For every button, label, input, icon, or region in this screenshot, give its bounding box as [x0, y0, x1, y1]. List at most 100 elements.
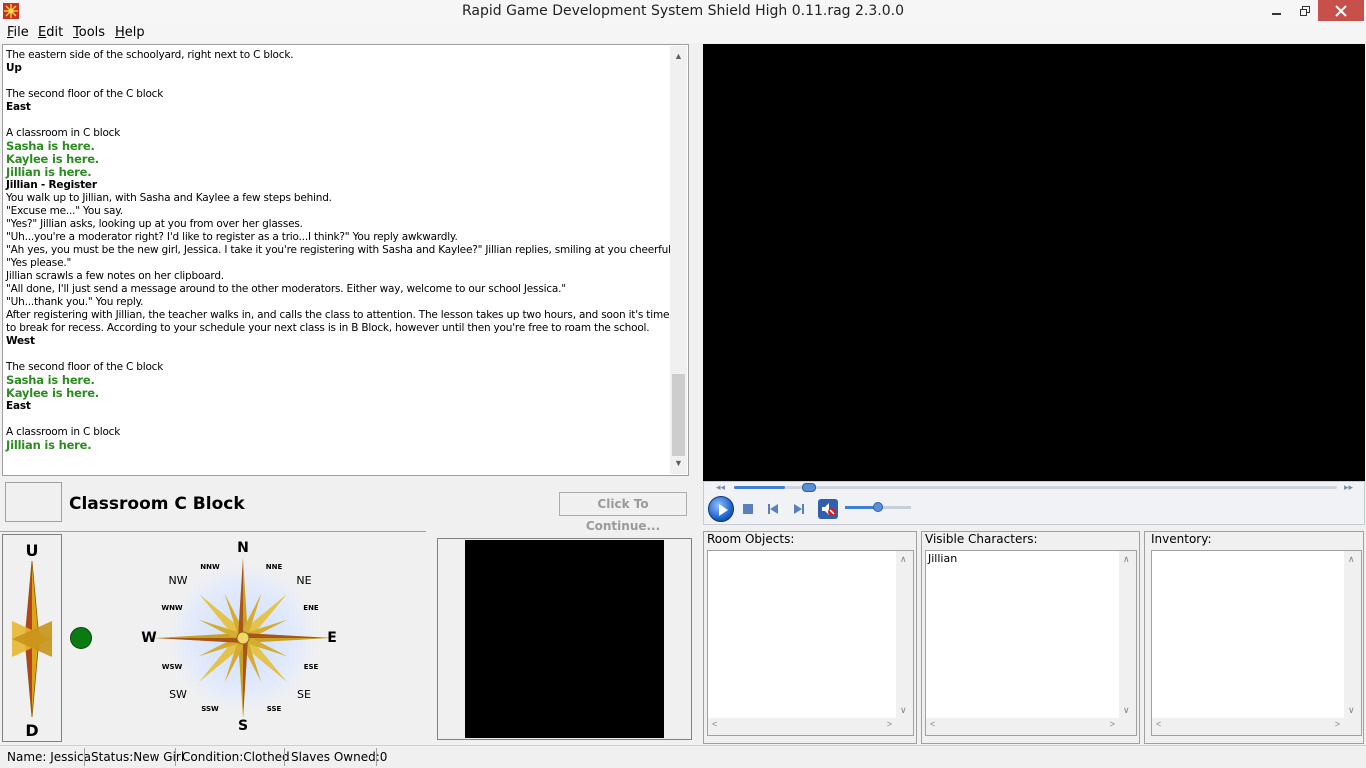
go-up-button[interactable]: U — [3, 541, 61, 560]
log-line: After registering with Jillian, the teac… — [6, 309, 670, 334]
go-southwest-button[interactable]: SW — [158, 688, 198, 701]
up-down-navigator: U D — [2, 534, 62, 742]
log-line: The second floor of the C block — [6, 88, 164, 100]
go-ene-button[interactable]: ENE — [291, 604, 331, 612]
log-line: You walk up to Jillian, with Sasha and K… — [6, 192, 332, 204]
visible-characters-list[interactable]: Jillian ∧ ∨ < > — [925, 550, 1137, 736]
volume-thumb[interactable] — [873, 502, 883, 512]
log-line: The second floor of the C block — [6, 361, 164, 373]
go-nnw-button[interactable]: NNW — [190, 563, 230, 571]
log-line: West — [6, 335, 35, 347]
player-condition: Condition:Clothed — [182, 750, 290, 764]
log-line: Jillian - Register — [6, 179, 97, 191]
log-line: Sasha is here. — [6, 373, 95, 387]
location-title: Classroom C Block — [69, 494, 245, 514]
status-indicator — [70, 627, 92, 649]
menu-bar: File Edit Tools Help — [0, 24, 1366, 43]
scroll-corner — [1344, 718, 1361, 735]
log-line: "Yes please." — [6, 257, 72, 269]
status-divider — [84, 748, 85, 766]
mute-icon[interactable] — [818, 499, 838, 519]
go-down-button[interactable]: D — [3, 721, 61, 740]
scene-image — [465, 540, 664, 738]
log-line: Jillian is here. — [6, 165, 92, 179]
log-line: Jillian is here. — [6, 438, 92, 452]
go-nne-button[interactable]: NNE — [254, 563, 294, 571]
seek-back-icon[interactable]: ◂◂ — [716, 482, 725, 493]
go-wnw-button[interactable]: WNW — [152, 604, 192, 612]
log-line: Sasha is here. — [6, 139, 95, 153]
room-objects-hscroll[interactable]: < > — [708, 718, 896, 735]
player-status: Status:New Girl — [91, 750, 185, 764]
scroll-up-icon[interactable]: ▲ — [670, 48, 687, 65]
go-east-button[interactable]: E — [312, 630, 352, 646]
go-ese-button[interactable]: ESE — [291, 663, 331, 671]
seek-thumb[interactable] — [802, 483, 817, 492]
volume-slider[interactable] — [845, 502, 911, 512]
seek-bar[interactable] — [734, 483, 1337, 492]
scroll-down-icon[interactable]: ▼ — [670, 455, 687, 472]
menu-help[interactable]: Help — [115, 25, 145, 40]
minimize-button[interactable] — [1263, 0, 1291, 21]
next-icon[interactable] — [792, 502, 806, 516]
list-item[interactable]: Jillian — [928, 552, 957, 565]
restore-icon — [1300, 5, 1310, 16]
go-wsw-button[interactable]: WSW — [152, 663, 192, 671]
log-line: A classroom in C block — [6, 426, 121, 438]
room-objects-list[interactable]: ∧ ∨ < > — [707, 550, 914, 736]
media-controls: ◂◂ ▸▸ — [703, 481, 1365, 525]
scroll-corner — [1119, 718, 1136, 735]
play-icon[interactable] — [708, 496, 734, 522]
go-west-button[interactable]: W — [129, 630, 169, 646]
close-button[interactable] — [1318, 0, 1364, 21]
up-down-arrow-icon[interactable] — [12, 561, 52, 717]
restore-button[interactable] — [1291, 0, 1319, 21]
menu-tools[interactable]: Tools — [73, 25, 105, 40]
log-line: Kaylee is here. — [6, 386, 99, 400]
story-log-content: The eastern side of the schoolyard, righ… — [6, 49, 681, 452]
go-southeast-button[interactable]: SE — [284, 688, 324, 701]
visible-characters-hscroll[interactable]: < > — [926, 718, 1119, 735]
seek-progress — [734, 486, 786, 489]
go-south-button[interactable]: S — [223, 718, 263, 734]
scroll-thumb[interactable] — [672, 374, 685, 456]
inventory-list[interactable]: ∧ ∨ < > — [1151, 550, 1362, 736]
inventory-vscroll[interactable]: ∧ ∨ — [1344, 551, 1361, 719]
window-title: Rapid Game Development System Shield Hig… — [462, 3, 904, 19]
visible-characters-vscroll[interactable]: ∧ ∨ — [1119, 551, 1136, 719]
menu-edit[interactable]: Edit — [38, 25, 63, 40]
title-bar: Rapid Game Development System Shield Hig… — [0, 0, 1366, 24]
log-line: Up — [6, 62, 22, 74]
menu-file[interactable]: File — [7, 25, 29, 40]
room-objects-vscroll[interactable]: ∧ ∨ — [896, 551, 913, 719]
continue-button[interactable]: Click To Continue... — [559, 492, 687, 533]
log-line: Kaylee is here. — [6, 152, 99, 166]
location-thumbnail — [5, 482, 62, 522]
go-ssw-button[interactable]: SSW — [190, 705, 230, 713]
go-sse-button[interactable]: SSE — [254, 705, 294, 713]
go-northwest-button[interactable]: NW — [158, 574, 198, 587]
room-objects-group: Room Objects: ∧ ∨ < > — [703, 531, 917, 744]
story-log-scrollbar[interactable]: ▲ ▼ — [670, 46, 687, 474]
inventory-hscroll[interactable]: < > — [1152, 718, 1344, 735]
close-icon — [1335, 4, 1347, 17]
status-divider — [376, 748, 377, 766]
go-northeast-button[interactable]: NE — [284, 574, 324, 587]
video-display[interactable] — [703, 44, 1365, 481]
log-line: East — [6, 101, 31, 113]
seek-forward-icon[interactable]: ▸▸ — [1344, 482, 1353, 493]
go-north-button[interactable]: N — [223, 540, 263, 556]
log-line: A classroom in C block — [6, 127, 121, 139]
visible-characters-group: Visible Characters: Jillian ∧ ∨ < > — [921, 531, 1140, 744]
previous-icon[interactable] — [766, 502, 780, 516]
stop-icon[interactable] — [741, 502, 755, 516]
status-bar: Name: Jessica Status:New Girl Condition:… — [0, 745, 1366, 768]
inventory-label: Inventory: — [1151, 532, 1212, 546]
log-line: "Uh...you're a moderator right? I'd like… — [6, 231, 458, 243]
log-line: "Yes?" Jillian asks, looking up at you f… — [6, 218, 303, 230]
story-log[interactable]: The eastern side of the schoolyard, righ… — [2, 44, 689, 476]
log-line: "All done, I'll just send a message arou… — [6, 283, 566, 295]
